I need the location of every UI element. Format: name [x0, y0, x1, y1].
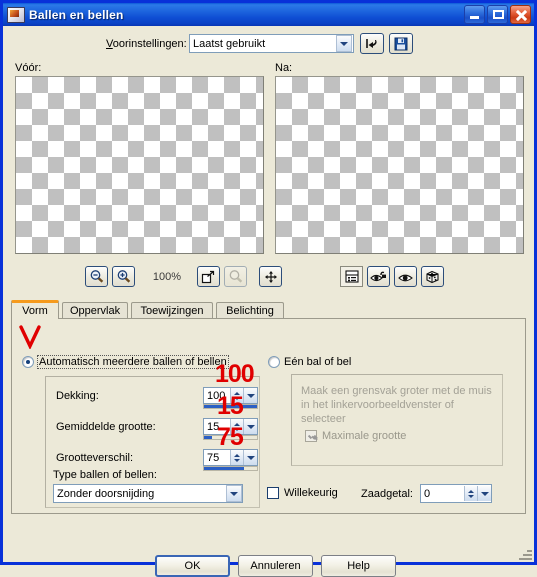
dialog-window: Ballen en bellen Voorinstellingen: Laats… [0, 0, 537, 577]
maximize-button[interactable] [487, 5, 508, 24]
preset-combobox[interactable]: Laatst gebruikt [189, 34, 354, 53]
after-preview-pane[interactable] [275, 76, 524, 254]
save-disk-icon[interactable] [389, 33, 413, 54]
preset-label: Voorinstellingen: [106, 38, 187, 50]
title-bar[interactable]: Ballen en bellen [3, 3, 534, 26]
size-variance-stepper[interactable] [230, 450, 243, 465]
magnifier-plus-icon [117, 270, 130, 283]
zoom-level-label: 100% [152, 271, 182, 283]
split-view-button[interactable] [340, 266, 363, 287]
opacity-dropdown-icon[interactable] [243, 388, 257, 403]
auto-proof-button[interactable] [367, 266, 390, 287]
magnifier-selection-icon [229, 270, 242, 283]
proof-button[interactable] [394, 266, 417, 287]
annotation-checkmark [19, 325, 41, 349]
checkbox-indicator [267, 487, 279, 499]
radio-indicator [22, 356, 34, 368]
minimize-button[interactable] [464, 5, 485, 24]
seed-stepper[interactable] [464, 486, 477, 501]
radio-auto-label: Automatisch meerdere ballen of bellen [37, 355, 229, 369]
average-size-label: Gemiddelde grootte: [56, 421, 156, 433]
fit-to-window-icon [201, 270, 215, 283]
eye-icon [398, 274, 413, 281]
opacity-label: Dekking: [56, 390, 99, 402]
zoom-out-button[interactable] [85, 266, 108, 287]
before-preview-label: Vóór: [15, 62, 42, 74]
type-label: Type ballen of bellen: [53, 469, 157, 481]
tab-belichting[interactable]: Belichting [216, 302, 284, 319]
save-disk-glyph [394, 37, 408, 50]
after-preview-label: Na: [275, 62, 293, 74]
resize-grip[interactable] [519, 547, 532, 560]
preset-row: Voorinstellingen: Laatst gebruikt [3, 33, 534, 56]
pan-move-icon [264, 270, 277, 283]
close-button[interactable] [510, 5, 531, 24]
help-button[interactable]: Help [321, 555, 396, 577]
window-title: Ballen en bellen [29, 7, 124, 22]
size-variance-label: Grootteverschil: [56, 452, 134, 464]
tab-strip: Vorm Oppervlak Toewijzingen Belichting [11, 300, 526, 319]
eye-lock-icon [370, 271, 386, 281]
tab-vorm[interactable]: Vorm [11, 300, 59, 319]
tab-toewijzingen[interactable]: Toewijzingen [131, 302, 213, 319]
randomize-button[interactable] [421, 266, 444, 287]
type-value: Zonder doorsnijding [57, 487, 155, 500]
zoom-in-button[interactable] [112, 266, 135, 287]
radio-single-ball[interactable]: Eén bal of bel [268, 356, 351, 368]
fit-to-window-button[interactable] [197, 266, 220, 287]
annotation-size-variance-value: 75 [217, 423, 244, 451]
checkbox-maximale-grootte: Maximale grootte [305, 430, 406, 442]
single-ball-hint: Maak een grensvak groter met de muis in … [301, 385, 492, 425]
annotation-average-size-value: 15 [217, 392, 244, 420]
seed-spinner[interactable]: 0 [420, 484, 492, 503]
split-panes-icon [344, 270, 359, 283]
ok-button[interactable]: OK [155, 555, 230, 577]
size-variance-dropdown-icon[interactable] [243, 450, 257, 465]
seed-dropdown-icon[interactable] [477, 486, 491, 501]
checkbox-indicator [305, 430, 317, 442]
size-variance-value: 75 [207, 451, 220, 464]
size-variance-spinner[interactable]: 75 [203, 449, 258, 466]
cancel-button[interactable]: Annuleren [238, 555, 313, 577]
size-variance-trackbar[interactable] [203, 466, 258, 471]
seed-value: 0 [424, 487, 431, 500]
seed-label: Zaadgetal: [361, 488, 413, 500]
caption-buttons [464, 5, 531, 24]
dice-icon [426, 270, 439, 283]
reset-arrow-icon[interactable] [360, 33, 384, 54]
reset-arrow-glyph [366, 38, 377, 48]
dialog-client-area: Voorinstellingen: Laatst gebruikt Vóór: … [3, 26, 534, 577]
chevron-down-icon[interactable] [336, 35, 352, 52]
tab-oppervlak[interactable]: Oppervlak [62, 302, 128, 319]
chevron-down-icon[interactable] [226, 485, 242, 502]
radio-auto-multiple[interactable]: Automatisch meerdere ballen of bellen [22, 355, 229, 369]
before-preview-pane[interactable] [15, 76, 264, 254]
zoom-selection-button [224, 266, 247, 287]
checkbox-willekeurig[interactable]: Willekeurig [267, 487, 338, 499]
radio-indicator [268, 356, 280, 368]
magnifier-minus-icon [90, 270, 103, 283]
radio-single-label: Eén bal of bel [284, 356, 352, 368]
window-icon [7, 6, 25, 23]
pan-button[interactable] [259, 266, 282, 287]
checkbox-willekeurig-label: Willekeurig [284, 487, 338, 499]
annotation-opacity-value: 100 [215, 360, 255, 388]
preset-value: Laatst gebruikt [193, 37, 266, 50]
checkbox-maximale-grootte-label: Maximale grootte [322, 430, 407, 442]
average-size-dropdown-icon[interactable] [243, 419, 257, 434]
type-combobox[interactable]: Zonder doorsnijding [53, 484, 243, 503]
